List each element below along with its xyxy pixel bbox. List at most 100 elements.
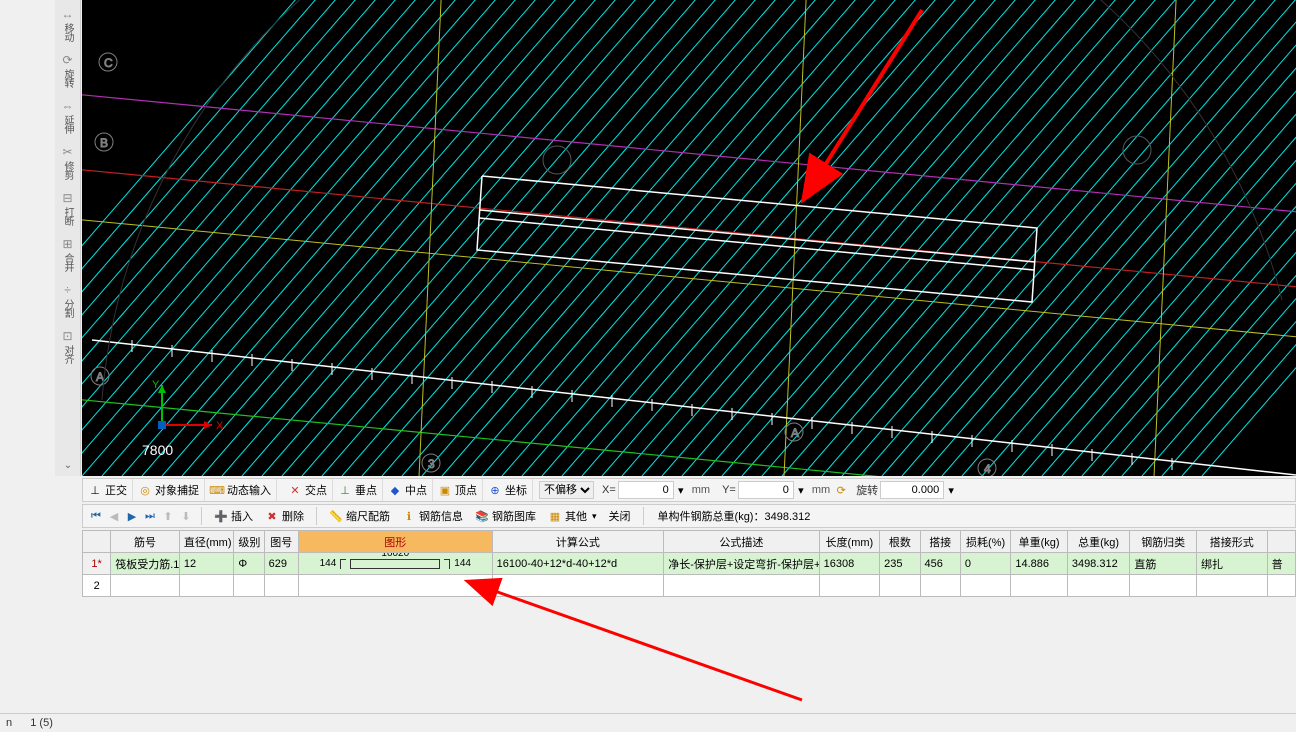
cell[interactable]: 3498.312 — [1067, 553, 1130, 575]
table-row[interactable]: 1*筏板受力筋.112Φ629 14416020144 16100-40+12*d-… — [83, 553, 1296, 575]
col-header[interactable]: 公式描述 — [664, 531, 819, 553]
rebar-data-table[interactable]: 筋号直径(mm)级别图号图形计算公式公式描述长度(mm)根数搭接损耗(%)单重(… — [82, 530, 1296, 597]
tool-移动[interactable]: ↔移动 — [57, 2, 79, 46]
table-row[interactable]: 2 — [83, 575, 1296, 597]
info-icon: ℹ — [402, 509, 416, 523]
tool-对齐[interactable]: ⊡对齐 — [57, 324, 79, 368]
snap-mid[interactable]: ◆中点 — [383, 479, 433, 501]
nav-next-icon[interactable]: ▶ — [123, 507, 141, 525]
insert-button[interactable]: ➕插入 — [208, 505, 259, 527]
tool-旋转[interactable]: ⟳旋转 — [57, 48, 79, 92]
tool-延伸[interactable]: ⇔延伸 — [57, 94, 79, 138]
offset-select[interactable]: 不偏移 — [539, 481, 594, 499]
rebar-info-button[interactable]: ℹ钢筋信息 — [396, 505, 469, 527]
tool-修剪[interactable]: ✂修剪 — [57, 140, 79, 184]
cell[interactable] — [819, 575, 880, 597]
cell[interactable] — [179, 575, 233, 597]
other-dropdown[interactable]: ▦其他▾ — [542, 505, 603, 527]
tool-label: 对齐 — [60, 345, 75, 363]
col-header[interactable]: 图号 — [264, 531, 298, 553]
col-header[interactable]: 总重(kg) — [1067, 531, 1130, 553]
cell[interactable]: 0 — [960, 553, 1010, 575]
tool-分割[interactable]: ÷分割 — [57, 278, 79, 322]
toolbar-chevron-icon[interactable]: ⌄ — [55, 460, 81, 471]
cell[interactable]: 629 — [264, 553, 298, 575]
cell[interactable] — [1267, 575, 1295, 597]
scale-rebar-button[interactable]: 📏缩尺配筋 — [323, 505, 396, 527]
ortho-icon: ⊥ — [88, 483, 102, 497]
snap-vertex[interactable]: ▣顶点 — [433, 479, 483, 501]
cell[interactable]: 绑扎 — [1196, 553, 1267, 575]
cell[interactable]: 14.886 — [1011, 553, 1068, 575]
rebar-library-button[interactable]: 📚钢筋图库 — [469, 505, 542, 527]
snap-coord[interactable]: ⊕坐标 — [483, 479, 533, 501]
tool-label: 移动 — [60, 23, 75, 41]
col-header[interactable]: 长度(mm) — [819, 531, 880, 553]
col-header[interactable]: 钢筋归类 — [1130, 531, 1197, 553]
col-header[interactable]: 图形 — [298, 531, 492, 553]
col-header[interactable]: 计算公式 — [492, 531, 664, 553]
cell[interactable] — [1130, 575, 1197, 597]
cell[interactable] — [111, 575, 180, 597]
col-header[interactable]: 筋号 — [111, 531, 180, 553]
nav-up-icon[interactable]: ⬆ — [159, 507, 177, 525]
tool-label: 分割 — [60, 299, 75, 317]
col-header[interactable]: 直径(mm) — [179, 531, 233, 553]
cell[interactable]: 456 — [920, 553, 960, 575]
col-header[interactable]: 损耗(%) — [960, 531, 1010, 553]
nav-first-icon[interactable]: ⏮ — [87, 507, 105, 525]
cell[interactable]: 14416020144 — [298, 553, 492, 575]
cell[interactable] — [234, 575, 264, 597]
ortho-toggle[interactable]: ⊥正交 — [83, 479, 133, 501]
cell[interactable]: 1* — [83, 553, 111, 575]
stepper-icon[interactable]: ▾ — [944, 483, 958, 497]
rebar-shape: 14416020144 — [303, 558, 488, 569]
cell[interactable]: 直筋 — [1130, 553, 1197, 575]
cell[interactable] — [664, 575, 819, 597]
cell[interactable] — [492, 575, 664, 597]
delete-button[interactable]: ✖删除 — [259, 505, 310, 527]
cell[interactable]: 16100-40+12*d-40+12*d — [492, 553, 664, 575]
nav-down-icon[interactable]: ⬇ — [177, 507, 195, 525]
cell[interactable]: 普 — [1267, 553, 1295, 575]
cell[interactable]: 筏板受力筋.1 — [111, 553, 180, 575]
status-info: 1 (5) — [30, 717, 53, 729]
cell[interactable]: 12 — [179, 553, 233, 575]
cell[interactable]: Φ — [234, 553, 264, 575]
tool-打断[interactable]: ⊟打断 — [57, 186, 79, 230]
cell[interactable]: 16308 — [819, 553, 880, 575]
cad-viewport[interactable]: C B A 3 A 4 X Y 7800 — [82, 0, 1296, 476]
x-value[interactable]: 0 — [618, 481, 674, 499]
cell[interactable] — [880, 575, 920, 597]
y-value[interactable]: 0 — [738, 481, 794, 499]
cell[interactable] — [1067, 575, 1130, 597]
nav-prev-icon[interactable]: ◀ — [105, 507, 123, 525]
dyn-input-toggle[interactable]: ⌨动态输入 — [205, 479, 277, 501]
nav-last-icon[interactable]: ⏭ — [141, 507, 159, 525]
stepper-icon[interactable]: ▾ — [794, 483, 808, 497]
cell[interactable]: 净长-保护层+设定弯折-保护层+设定弯折 — [664, 553, 819, 575]
col-header[interactable]: 根数 — [880, 531, 920, 553]
rotate-value[interactable]: 0.000 — [880, 481, 944, 499]
col-header[interactable] — [1267, 531, 1295, 553]
stepper-icon[interactable]: ▾ — [674, 483, 688, 497]
tool-合并[interactable]: ⊞合并 — [57, 232, 79, 276]
col-header[interactable]: 搭接形式 — [1196, 531, 1267, 553]
cell[interactable]: 235 — [880, 553, 920, 575]
insert-icon: ➕ — [214, 509, 228, 523]
col-header[interactable]: 搭接 — [920, 531, 960, 553]
col-header[interactable]: 级别 — [234, 531, 264, 553]
cell[interactable] — [920, 575, 960, 597]
cell[interactable]: 2 — [83, 575, 111, 597]
cell[interactable] — [1196, 575, 1267, 597]
col-header[interactable]: 单重(kg) — [1011, 531, 1068, 553]
cell[interactable] — [298, 575, 492, 597]
cell[interactable] — [264, 575, 298, 597]
osnap-toggle[interactable]: ◎对象捕捉 — [133, 479, 205, 501]
snap-perp[interactable]: ⊥垂点 — [333, 479, 383, 501]
close-button[interactable]: 关闭 — [603, 505, 637, 527]
cell[interactable] — [960, 575, 1010, 597]
cell[interactable] — [1011, 575, 1068, 597]
snap-intersect[interactable]: ✕交点 — [283, 479, 333, 501]
col-header[interactable] — [83, 531, 111, 553]
